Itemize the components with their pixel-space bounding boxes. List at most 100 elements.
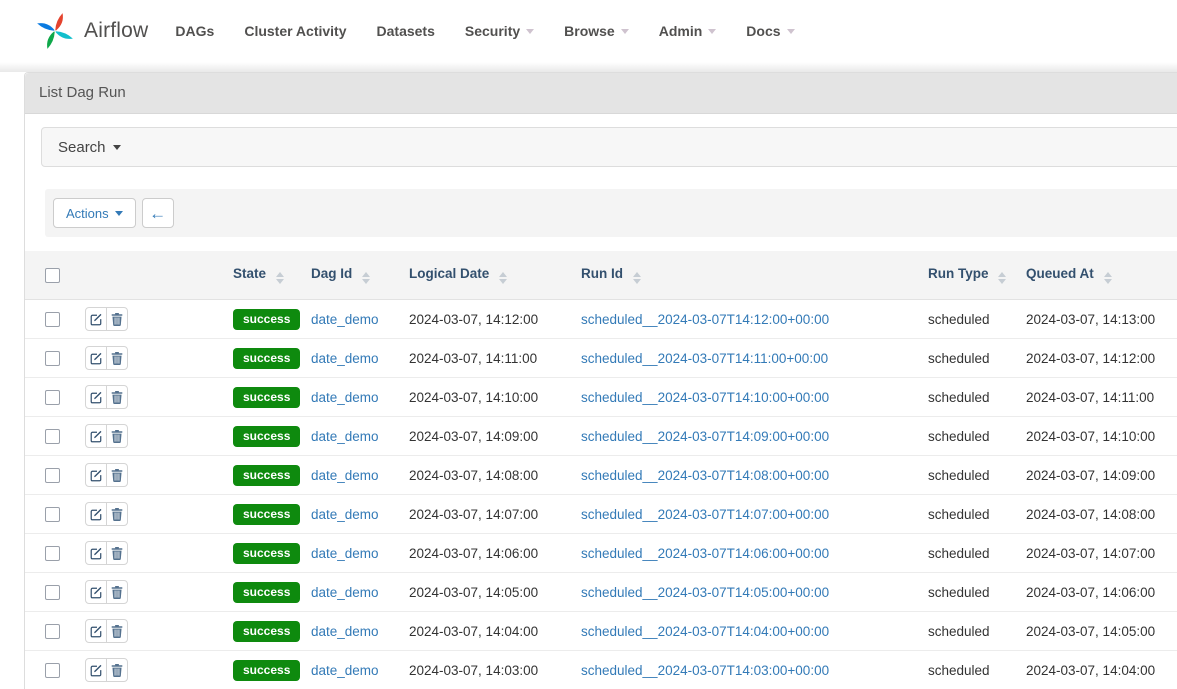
column-header-run-type[interactable]: Run Type — [924, 251, 1022, 300]
row-checkbox[interactable] — [45, 546, 60, 561]
edit-button[interactable] — [86, 659, 106, 681]
actions-dropdown-button[interactable]: Actions — [53, 198, 136, 228]
state-badge: success — [233, 309, 300, 330]
search-label: Search — [58, 139, 106, 156]
logical-date-cell: 2024-03-07, 14:04:00 — [405, 612, 577, 651]
state-badge: success — [233, 387, 300, 408]
queued-at-cell: 2024-03-07, 14:09:00 — [1022, 456, 1177, 495]
row-checkbox[interactable] — [45, 585, 60, 600]
delete-button[interactable] — [106, 425, 127, 447]
nav-item[interactable]: Cluster Activity — [229, 0, 361, 62]
dag-id-link[interactable]: date_demo — [311, 390, 379, 405]
edit-button[interactable] — [86, 620, 106, 642]
dag-id-link[interactable]: date_demo — [311, 585, 379, 600]
row-checkbox[interactable] — [45, 351, 60, 366]
trash-icon — [111, 313, 123, 326]
trash-icon — [111, 430, 123, 443]
row-action-buttons — [85, 541, 128, 565]
dag-id-link[interactable]: date_demo — [311, 624, 379, 639]
table-row: success date_demo 2024-03-07, 14:04:00 s… — [25, 612, 1177, 651]
column-header-run-id[interactable]: Run Id — [577, 251, 924, 300]
edit-button[interactable] — [86, 425, 106, 447]
select-all-checkbox[interactable] — [45, 268, 60, 283]
run-type-cell: scheduled — [924, 378, 1022, 417]
dag-id-link[interactable]: date_demo — [311, 663, 379, 678]
dag-id-link[interactable]: date_demo — [311, 546, 379, 561]
delete-button[interactable] — [106, 542, 127, 564]
delete-button[interactable] — [106, 386, 127, 408]
column-header-logical-date[interactable]: Logical Date — [405, 251, 577, 300]
trash-icon — [111, 664, 123, 677]
delete-button[interactable] — [106, 464, 127, 486]
brand-name: Airflow — [84, 19, 148, 43]
row-action-buttons — [85, 619, 128, 643]
state-badge: success — [233, 348, 300, 369]
search-dropdown[interactable]: Search — [41, 127, 1177, 167]
row-checkbox[interactable] — [45, 663, 60, 678]
brand-link[interactable]: Airflow — [34, 10, 148, 52]
edit-pencil-icon — [90, 313, 103, 326]
edit-button[interactable] — [86, 503, 106, 525]
queued-at-cell: 2024-03-07, 14:05:00 — [1022, 612, 1177, 651]
row-checkbox[interactable] — [45, 429, 60, 444]
sort-icon — [499, 272, 507, 284]
run-id-link[interactable]: scheduled__2024-03-07T14:04:00+00:00 — [581, 624, 829, 639]
row-checkbox[interactable] — [45, 624, 60, 639]
row-checkbox[interactable] — [45, 312, 60, 327]
run-type-cell: scheduled — [924, 417, 1022, 456]
table-row: success date_demo 2024-03-07, 14:12:00 s… — [25, 300, 1177, 339]
delete-button[interactable] — [106, 659, 127, 681]
actions-column-header — [77, 251, 229, 300]
dag-runs-table: State Dag Id Logical Date Run Id — [25, 251, 1177, 689]
edit-button[interactable] — [86, 581, 106, 603]
sort-icon — [276, 272, 284, 284]
run-id-link[interactable]: scheduled__2024-03-07T14:03:00+00:00 — [581, 663, 829, 678]
trash-icon — [111, 352, 123, 365]
edit-button[interactable] — [86, 542, 106, 564]
dag-id-link[interactable]: date_demo — [311, 468, 379, 483]
edit-button[interactable] — [86, 464, 106, 486]
nav-item[interactable]: Datasets — [362, 0, 450, 62]
nav-item[interactable]: Admin — [644, 0, 732, 62]
back-button[interactable]: ← — [142, 198, 174, 228]
run-type-cell: scheduled — [924, 456, 1022, 495]
column-header-dag-id[interactable]: Dag Id — [307, 251, 405, 300]
row-checkbox[interactable] — [45, 390, 60, 405]
delete-button[interactable] — [106, 503, 127, 525]
run-id-link[interactable]: scheduled__2024-03-07T14:10:00+00:00 — [581, 390, 829, 405]
delete-button[interactable] — [106, 581, 127, 603]
queued-at-cell: 2024-03-07, 14:07:00 — [1022, 534, 1177, 573]
run-id-link[interactable]: scheduled__2024-03-07T14:08:00+00:00 — [581, 468, 829, 483]
column-header-state[interactable]: State — [229, 251, 307, 300]
edit-button[interactable] — [86, 386, 106, 408]
nav-item[interactable]: Docs — [731, 0, 809, 62]
dag-id-link[interactable]: date_demo — [311, 312, 379, 327]
run-id-link[interactable]: scheduled__2024-03-07T14:07:00+00:00 — [581, 507, 829, 522]
edit-button[interactable] — [86, 347, 106, 369]
queued-at-cell: 2024-03-07, 14:12:00 — [1022, 339, 1177, 378]
edit-pencil-icon — [90, 664, 103, 677]
row-checkbox[interactable] — [45, 507, 60, 522]
nav-item[interactable]: DAGs — [160, 0, 229, 62]
run-id-link[interactable]: scheduled__2024-03-07T14:09:00+00:00 — [581, 429, 829, 444]
delete-button[interactable] — [106, 347, 127, 369]
nav-item[interactable]: Browse — [549, 0, 644, 62]
run-id-link[interactable]: scheduled__2024-03-07T14:06:00+00:00 — [581, 546, 829, 561]
dag-id-link[interactable]: date_demo — [311, 351, 379, 366]
run-id-link[interactable]: scheduled__2024-03-07T14:11:00+00:00 — [581, 351, 828, 366]
column-header-queued-at[interactable]: Queued At — [1022, 251, 1177, 300]
navbar-shadow — [0, 62, 1177, 72]
queued-at-cell: 2024-03-07, 14:04:00 — [1022, 651, 1177, 689]
delete-button[interactable] — [106, 308, 127, 330]
run-id-link[interactable]: scheduled__2024-03-07T14:05:00+00:00 — [581, 585, 829, 600]
navbar: Airflow DAGs Cluster Activity Datasets S… — [0, 0, 1177, 62]
edit-button[interactable] — [86, 308, 106, 330]
row-checkbox[interactable] — [45, 468, 60, 483]
run-id-link[interactable]: scheduled__2024-03-07T14:12:00+00:00 — [581, 312, 829, 327]
nav-item[interactable]: Security — [450, 0, 549, 62]
chevron-down-icon — [526, 29, 534, 34]
dag-id-link[interactable]: date_demo — [311, 429, 379, 444]
delete-button[interactable] — [106, 620, 127, 642]
dag-id-link[interactable]: date_demo — [311, 507, 379, 522]
table-row: success date_demo 2024-03-07, 14:07:00 s… — [25, 495, 1177, 534]
